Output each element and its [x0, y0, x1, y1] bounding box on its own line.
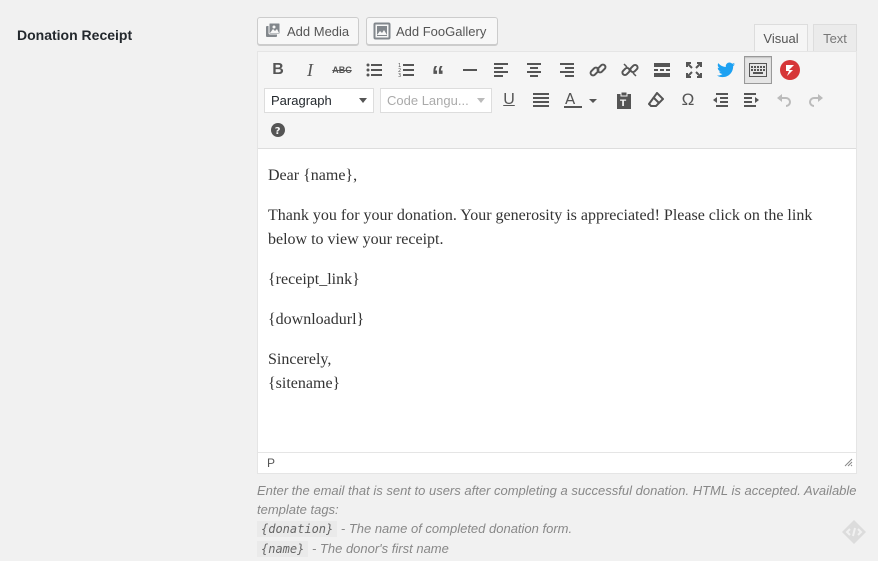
outdent-icon[interactable]	[708, 88, 732, 112]
italic-icon[interactable]: I	[298, 58, 322, 82]
add-foogallery-button[interactable]: Add FooGallery	[366, 17, 498, 45]
paste-text-icon[interactable]: T	[612, 88, 636, 112]
template-tag: {donation}	[257, 521, 338, 537]
unlink-icon[interactable]	[618, 58, 642, 82]
blockquote-icon[interactable]: “	[426, 58, 450, 88]
align-center-icon[interactable]	[522, 58, 546, 82]
element-path[interactable]: P	[267, 456, 275, 470]
strikethrough-icon[interactable]: ABC	[330, 58, 354, 82]
description-text: Enter the email that is sent to users af…	[257, 483, 857, 517]
clear-formatting-icon[interactable]	[644, 88, 668, 112]
template-tag-row: {donation} - The name of completed donat…	[257, 519, 857, 539]
editor-toolbar: B I ABC 123 “ Paragraph Code Langu... U …	[258, 52, 856, 149]
closing-line: {sitename}	[268, 375, 341, 392]
template-tag-desc: - The name of completed donation form.	[340, 521, 573, 536]
toolbar-toggle-icon[interactable]	[744, 56, 772, 84]
align-left-icon[interactable]	[490, 58, 514, 82]
svg-text:3: 3	[398, 73, 401, 77]
closing-line: Sincerely,	[268, 351, 332, 368]
text-color-icon[interactable]: A	[560, 88, 600, 112]
field-description: Enter the email that is sent to users af…	[257, 481, 857, 559]
add-media-icon	[264, 22, 282, 40]
svg-text:A: A	[565, 91, 576, 108]
rich-text-editor: B I ABC 123 “ Paragraph Code Langu... U …	[257, 51, 857, 474]
code-language-select[interactable]: Code Langu...	[380, 88, 492, 113]
template-tag-row: {name} - The donor's first name	[257, 539, 857, 559]
align-right-icon[interactable]	[554, 58, 578, 82]
svg-text:T: T	[620, 99, 627, 109]
editor-statusbar: P	[258, 452, 856, 473]
bold-icon[interactable]: B	[266, 58, 290, 82]
read-more-icon[interactable]	[650, 58, 674, 82]
add-media-button[interactable]: Add Media	[257, 17, 359, 45]
field-label: Donation Receipt	[17, 27, 133, 43]
format-select-value: Paragraph	[271, 93, 332, 108]
numbered-list-icon[interactable]: 123	[394, 58, 418, 82]
template-tag: {name}	[257, 541, 309, 557]
paragraph: Dear {name},	[268, 167, 358, 184]
justify-icon[interactable]	[529, 88, 553, 112]
chevron-down-icon	[359, 98, 367, 103]
add-foogallery-label: Add FooGallery	[396, 23, 487, 39]
page: Donation Receipt Add Media Add FooGaller…	[0, 0, 878, 561]
tag-icon	[840, 518, 868, 551]
paragraph: Thank you for your donation. Your genero…	[268, 207, 813, 248]
help-icon[interactable]: ?	[266, 118, 290, 142]
paragraph-closing: Sincerely, {sitename}	[268, 348, 848, 396]
fullscreen-icon[interactable]	[682, 58, 706, 82]
bullet-list-icon[interactable]	[362, 58, 386, 82]
resize-handle-icon[interactable]	[844, 456, 853, 470]
indent-icon[interactable]	[740, 88, 764, 112]
paragraph: {downloadurl}	[268, 311, 365, 328]
horizontal-rule-icon[interactable]	[458, 58, 482, 82]
redo-icon[interactable]	[804, 88, 828, 112]
twitter-icon[interactable]	[714, 58, 738, 82]
template-tag-desc: - The donor's first name	[311, 541, 449, 556]
add-media-label: Add Media	[287, 23, 350, 39]
tab-text[interactable]: Text	[813, 24, 857, 51]
paragraph: {receipt_link}	[268, 271, 360, 288]
link-icon[interactable]	[586, 58, 610, 82]
tab-visual[interactable]: Visual	[754, 24, 808, 52]
svg-text:?: ?	[275, 126, 281, 137]
code-language-value: Code Langu...	[387, 93, 469, 108]
format-select[interactable]: Paragraph	[264, 88, 374, 113]
chevron-down-icon	[477, 98, 485, 103]
gallery-icon	[373, 22, 391, 40]
undo-icon[interactable]	[772, 88, 796, 112]
underline-icon[interactable]: U	[497, 88, 521, 112]
special-character-icon[interactable]: Ω	[676, 88, 700, 112]
plugin-icon[interactable]	[778, 58, 802, 82]
editor-content[interactable]: Dear {name}, Thank you for your donation…	[268, 164, 848, 412]
